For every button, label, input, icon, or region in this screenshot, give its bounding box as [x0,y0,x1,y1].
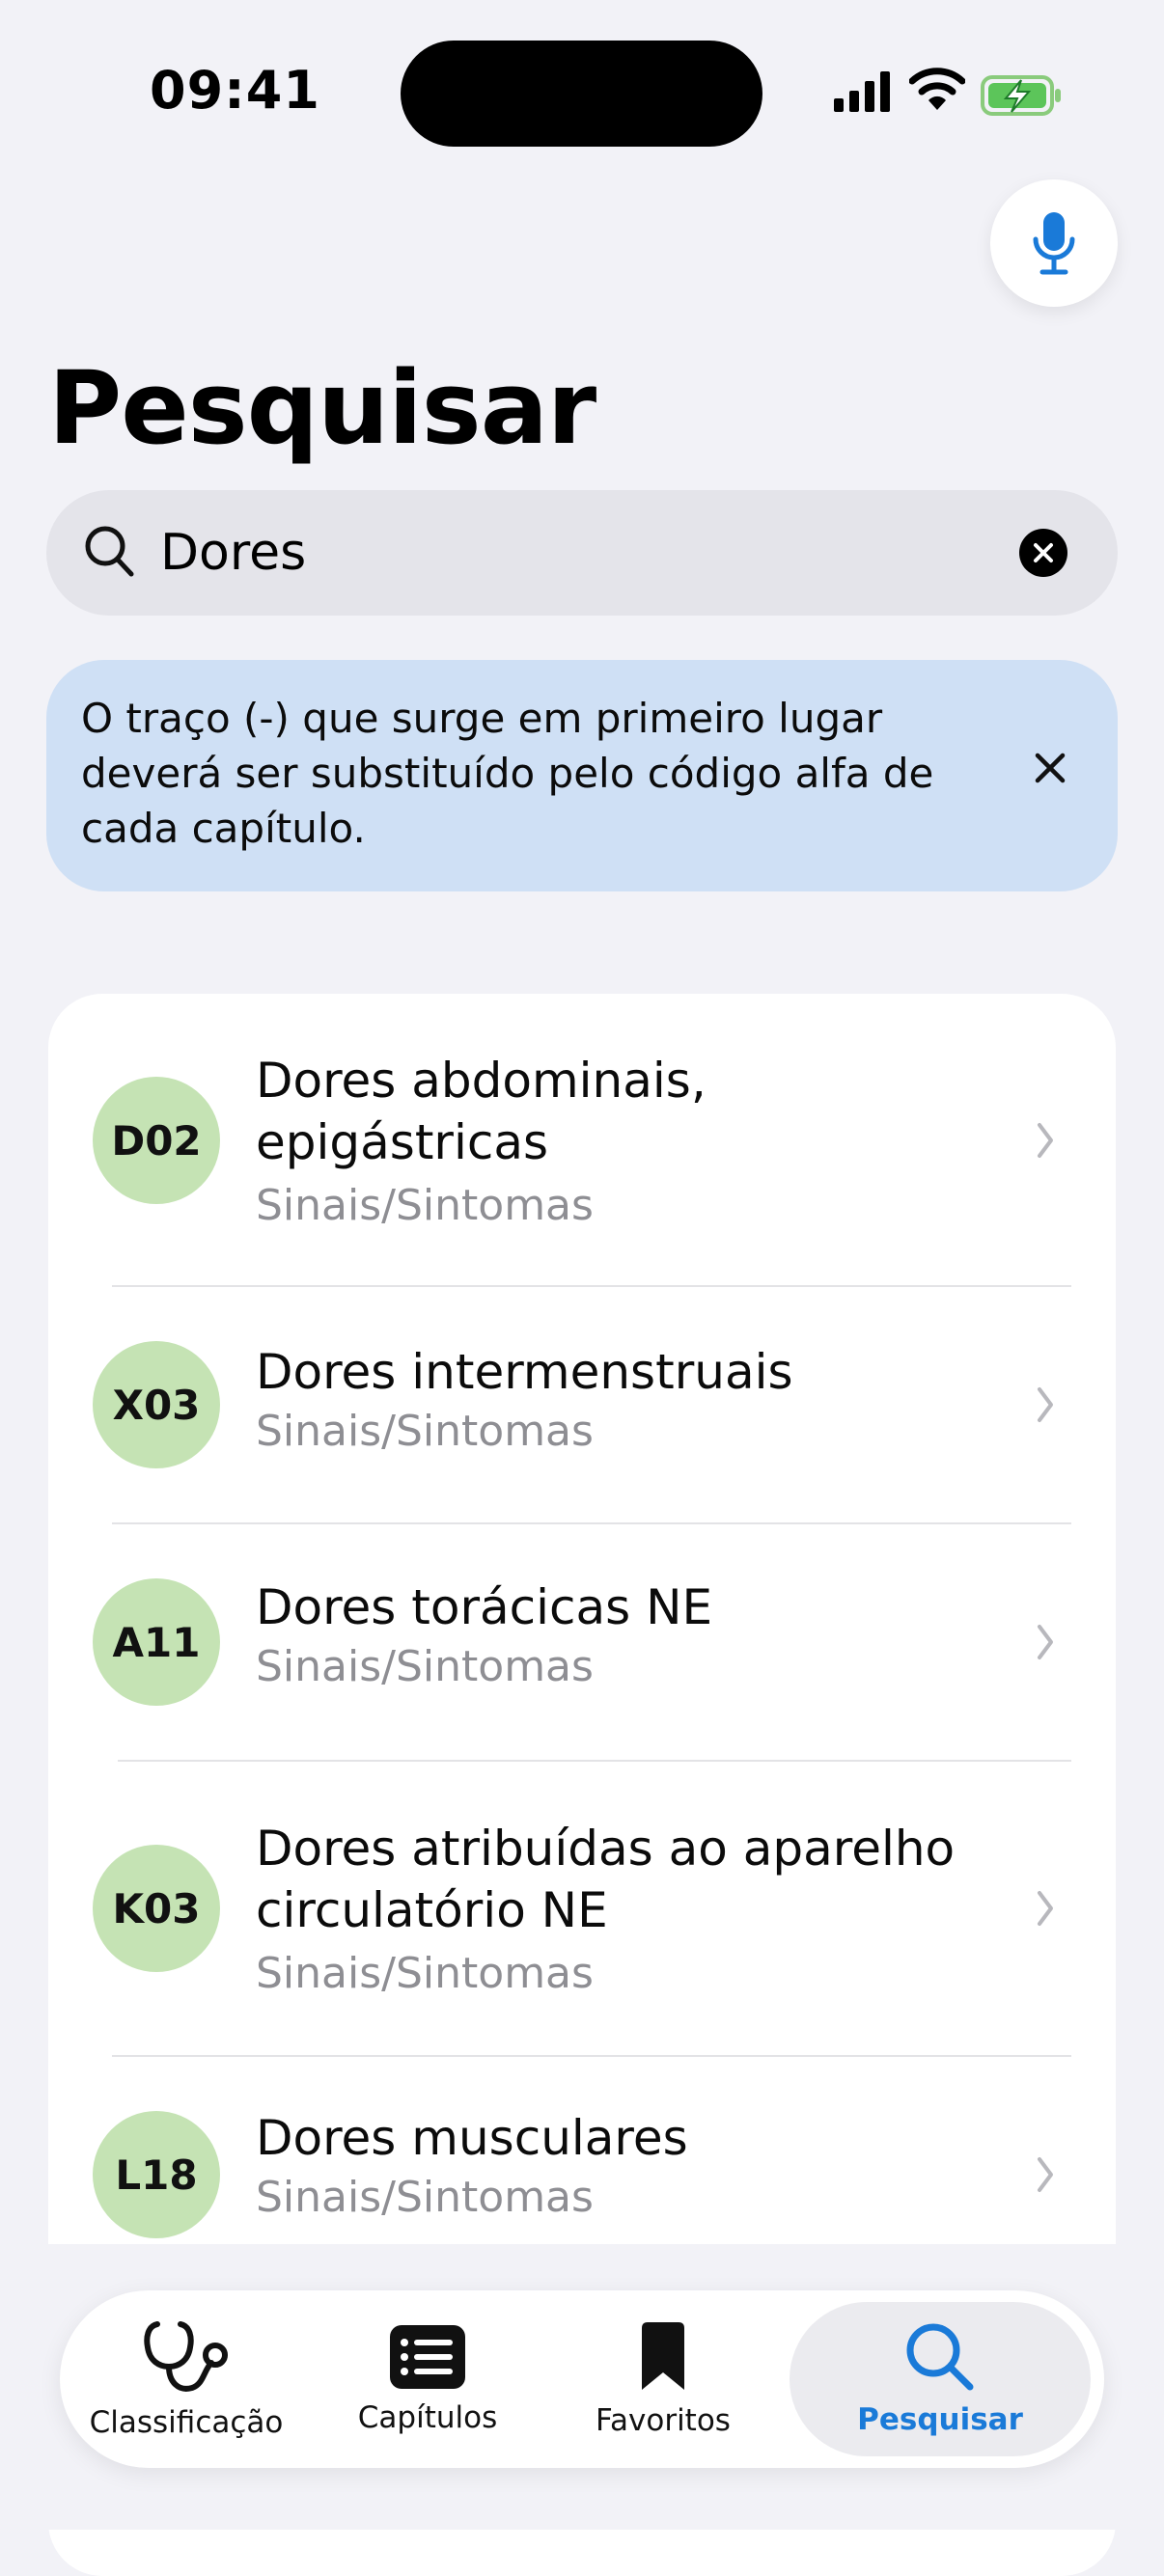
close-icon [1035,753,1066,783]
tab-label: Pesquisar [857,2402,1023,2437]
item-title: Dores torácicas NE [256,1579,713,1635]
info-banner-text: O traço (-) que surge em primeiro lugar … [81,695,934,852]
bookmark-icon [642,2322,684,2390]
tab-label: Favoritos [596,2403,731,2438]
search-input[interactable]: Dores [160,519,306,587]
list-item[interactable]: D02 Dores abdominais, epigástricas Sinai… [48,994,1116,1285]
voice-search-button[interactable] [990,179,1118,307]
tab-favoritos[interactable]: Favoritos [581,2290,745,2468]
page-title: Pesquisar [48,349,596,467]
item-title: Dores intermenstruais [256,1344,793,1400]
tab-label: Classificação [89,2405,284,2440]
list-item[interactable]: A11 Dores torácicas NE Sinais/Sintomas [48,1524,1116,1758]
code-badge: K03 [93,1845,220,1972]
tab-label: Capítulos [357,2400,498,2435]
status-time: 09:41 [150,60,320,121]
code-badge: D02 [93,1077,220,1204]
chevron-right-icon [1038,1891,1053,1926]
search-field[interactable]: Dores [46,490,1118,616]
item-category: Sinais/Sintomas [256,1407,594,1456]
chevron-right-icon [1038,1625,1053,1659]
item-category: Sinais/Sintomas [256,1949,594,1998]
cellular-signal-icon [834,71,890,112]
list-item[interactable]: X03 Dores intermenstruais Sinais/Sintoma… [48,1287,1116,1551]
chevron-right-icon [1038,1387,1053,1422]
stethoscope-icon [144,2321,228,2392]
item-title: Dores atribuídas ao aparelho circulatóri… [256,1821,956,1938]
item-category: Sinais/Sintomas [256,2173,594,2222]
chevron-right-icon [1038,2157,1053,2192]
close-icon [1034,543,1053,562]
wifi-icon [909,68,965,110]
microphone-icon [1033,212,1075,275]
search-icon [906,2323,974,2391]
code-badge: A11 [93,1578,220,1706]
item-category: Sinais/Sintomas [256,1181,594,1230]
item-title: Dores musculares [256,2110,688,2166]
chevron-right-icon [1038,1123,1053,1158]
tab-capitulos[interactable]: Capítulos [340,2290,515,2468]
code-badge: X03 [93,1341,220,1468]
dynamic-island [401,41,762,147]
code-badge: L18 [93,2111,220,2238]
info-banner: O traço (-) que surge em primeiro lugar … [46,660,1118,891]
list-icon [390,2325,465,2389]
search-icon [85,526,134,577]
tab-bar: Classificação Capítulos Favoritos Pesqui… [60,2290,1104,2468]
dismiss-banner-button[interactable] [1023,741,1077,795]
item-category: Sinais/Sintomas [256,1642,594,1691]
battery-charging-icon [981,75,1061,116]
tab-classificacao[interactable]: Classificação [71,2290,301,2468]
list-item[interactable]: K03 Dores atribuídas ao aparelho circula… [48,1762,1116,2053]
item-title: Dores abdominais, epigástricas [256,1053,707,1170]
clear-search-button[interactable] [1019,529,1067,577]
tab-pesquisar[interactable]: Pesquisar [790,2302,1091,2456]
